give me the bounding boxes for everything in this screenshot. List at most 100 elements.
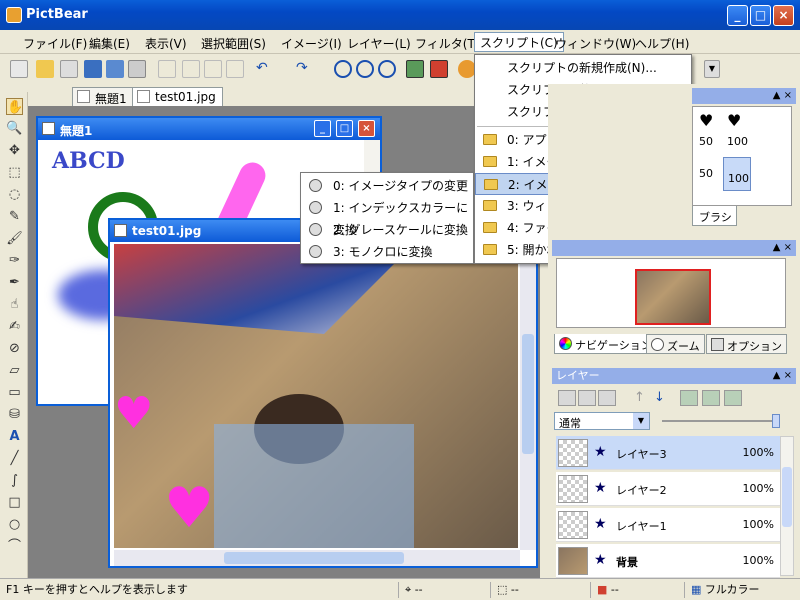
minimize-button[interactable]: _ (727, 5, 748, 26)
layer-row[interactable]: ★ 背景 100% (556, 544, 780, 578)
tab-zoom[interactable]: ズーム (646, 334, 705, 354)
zoom-out-icon[interactable] (356, 60, 374, 78)
copy-file-icon[interactable] (60, 60, 78, 78)
tab-option[interactable]: オプション (706, 334, 787, 354)
new-layer-icon[interactable] (558, 390, 576, 406)
layer-row[interactable]: ★ レイヤー3 100% (556, 436, 780, 470)
tab-test01[interactable]: test01.jpg (132, 87, 223, 106)
menu-help[interactable]: ヘルプ(H) (630, 34, 694, 53)
curve-tool-icon[interactable]: ∫ (6, 472, 23, 489)
blend-mode-select[interactable]: 通常 ▼ (554, 412, 650, 430)
brush-grid[interactable]: ♥ ♥ 50 100 50 100 (692, 106, 792, 206)
submenu-item[interactable]: 2: グレースケールに変換 (301, 219, 473, 241)
crop-icon[interactable] (226, 60, 244, 78)
zoom-tool-icon[interactable]: 🔍 (6, 120, 23, 137)
rect-select-icon[interactable]: ⬚ (6, 164, 23, 181)
menu-file[interactable]: ファイル(F) (18, 34, 92, 53)
pin-icon[interactable]: ▲ × (773, 88, 792, 104)
layer-row[interactable]: ★ レイヤー2 100% (556, 472, 780, 506)
scroll-thumb[interactable] (224, 552, 404, 564)
heart-brush-icon[interactable]: ♥ (699, 111, 713, 130)
submenu-item[interactable]: 1: インデックスカラーに変換 (301, 197, 473, 237)
mail-icon[interactable] (430, 60, 448, 78)
airbrush-icon[interactable]: ✑ (6, 252, 23, 269)
child-maximize-button[interactable]: □ (336, 120, 353, 137)
navigator-thumbnail[interactable] (635, 269, 711, 325)
tab-untitled[interactable]: 無題1 (72, 87, 134, 106)
tab-brush[interactable]: ブラシ (692, 206, 737, 226)
navigator-view[interactable] (556, 258, 786, 328)
save-all-icon[interactable] (106, 60, 124, 78)
test01-vscroll[interactable] (520, 244, 536, 550)
opacity-slider[interactable] (662, 420, 776, 422)
undo-icon[interactable]: ↶ (256, 60, 274, 78)
pin-icon[interactable]: ▲ × (773, 368, 792, 384)
menu-layer[interactable]: レイヤー(L) (342, 34, 416, 53)
brush-icon[interactable]: 🖌 (6, 230, 23, 247)
flatten-icon[interactable] (724, 390, 742, 406)
cut-icon[interactable] (158, 60, 176, 78)
menu-view[interactable]: 表示(V) (140, 34, 192, 53)
layers-vscroll[interactable] (780, 436, 794, 576)
submenu-item[interactable]: 3: モノクロに変換 (301, 241, 473, 263)
opacity-slider-thumb[interactable] (772, 414, 780, 428)
child-minimize-button[interactable]: _ (314, 120, 331, 137)
delete-layer-icon[interactable] (578, 390, 596, 406)
submenu-item[interactable]: 0: イメージタイプの変更 (301, 175, 473, 197)
polygon-tool-icon[interactable]: ⌒ (6, 538, 23, 555)
heart-brush-icon[interactable]: ♥ (727, 111, 741, 130)
scroll-thumb[interactable] (522, 334, 534, 454)
untitled-titlebar[interactable]: 無題1 _ □ × (38, 118, 380, 140)
zoom-in-icon[interactable] (334, 60, 352, 78)
text-tool-icon[interactable]: A (6, 428, 23, 445)
menu-image[interactable]: イメージ(I) (276, 34, 347, 53)
new-icon[interactable] (10, 60, 28, 78)
hand-tool-icon[interactable]: ✋ (6, 98, 23, 115)
menu-window[interactable]: ウィンドウ(W) (550, 34, 641, 53)
menu-item-new-script[interactable]: スクリプトの新規作成(N)... (475, 57, 691, 79)
tab-navigation[interactable]: ナビゲーション (554, 334, 657, 354)
zoom-fit-icon[interactable] (378, 60, 396, 78)
scroll-thumb[interactable] (782, 467, 792, 527)
merge-layer-icon[interactable] (680, 390, 698, 406)
star-icon[interactable]: ★ (594, 552, 607, 568)
save-icon[interactable] (84, 60, 102, 78)
dropper-icon[interactable]: ⊘ (6, 340, 23, 357)
ellipse-tool-icon[interactable]: ○ (6, 516, 23, 533)
move-tool-icon[interactable]: ✥ (6, 142, 23, 159)
pen-icon[interactable]: ✒ (6, 274, 23, 291)
eraser-icon[interactable]: ▱ (6, 362, 23, 379)
brush-size-label[interactable]: 100 (723, 157, 751, 191)
child-close-button[interactable]: × (358, 120, 375, 137)
maximize-button[interactable]: □ (750, 5, 771, 26)
redo-icon[interactable]: ↷ (296, 60, 314, 78)
chevron-down-icon[interactable]: ▼ (633, 413, 649, 429)
print-icon[interactable] (128, 60, 146, 78)
copy-icon[interactable] (182, 60, 200, 78)
app-icon[interactable] (6, 7, 22, 23)
photo-canvas[interactable]: ♥ ♥ (114, 244, 518, 548)
layer-row[interactable]: ★ レイヤー1 100% (556, 508, 780, 542)
close-button[interactable]: × (773, 5, 794, 26)
star-icon[interactable]: ★ (594, 444, 607, 460)
paste-icon[interactable] (204, 60, 222, 78)
move-down-icon[interactable]: ↓ (654, 390, 665, 405)
finger-icon[interactable]: ☝ (6, 296, 23, 313)
test01-hscroll[interactable] (114, 550, 520, 566)
gradient-icon[interactable]: ▭ (6, 384, 23, 401)
layer-properties-icon[interactable] (598, 390, 616, 406)
move-up-icon[interactable]: ↑ (634, 390, 645, 405)
line-tool-icon[interactable]: ╱ (6, 450, 23, 467)
pin-icon[interactable]: ▲ × (773, 240, 792, 256)
merge-visible-icon[interactable] (702, 390, 720, 406)
image-icon[interactable] (406, 60, 424, 78)
smudge-icon[interactable]: ✍ (6, 318, 23, 335)
star-icon[interactable]: ★ (594, 480, 607, 496)
pencil-icon[interactable]: ✎ (6, 208, 23, 225)
open-icon[interactable] (36, 60, 54, 78)
menu-selection[interactable]: 選択範囲(S) (196, 34, 271, 53)
toolbar-dropdown-icon[interactable]: ▼ (704, 60, 720, 78)
star-icon[interactable]: ★ (594, 516, 607, 532)
menu-edit[interactable]: 編集(E) (84, 34, 135, 53)
lasso-icon[interactable]: ◌ (6, 186, 23, 203)
